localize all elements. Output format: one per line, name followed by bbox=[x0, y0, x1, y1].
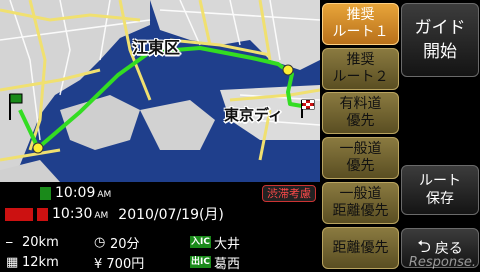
route-option-general-priority[interactable]: 一般道 優先 bbox=[322, 137, 399, 179]
start-icon bbox=[40, 186, 51, 200]
route-option-line: 一般道 bbox=[339, 141, 382, 157]
depart-suffix: AM bbox=[97, 190, 112, 200]
route-option-toll-priority[interactable]: 有料道 優先 bbox=[322, 92, 399, 134]
route-option-line: 距離優先 bbox=[332, 203, 389, 219]
arrive-time: 10:30 bbox=[52, 206, 93, 222]
toll-road-icon: ▦ bbox=[6, 254, 19, 270]
guide-start-label: 開始 bbox=[423, 42, 457, 62]
route-point-icon bbox=[282, 64, 294, 76]
route-save-label: ルート bbox=[419, 173, 461, 189]
distance-toll: 12km bbox=[22, 254, 59, 270]
depart-row: 10:09 AM bbox=[40, 183, 111, 203]
watermark: Response. bbox=[408, 255, 476, 270]
route-option-line: 距離優先 bbox=[332, 239, 389, 256]
map-label-koto: 江東区 bbox=[132, 38, 181, 57]
distance-icon: ⎯ bbox=[6, 234, 13, 250]
route-option-line: 推奨 bbox=[346, 7, 375, 23]
map-canvas[interactable] bbox=[0, 0, 320, 182]
route-point-icon bbox=[32, 142, 44, 154]
route-info-panel: 渋滞考慮 10:09 AM 10:30 AM 2010/07/19(月) ⎯ 2… bbox=[0, 182, 320, 272]
toll-fee: ¥ 700円 bbox=[94, 256, 145, 272]
toll-row: ▦ 12km ¥ 700円 出IC 葛西 bbox=[6, 252, 240, 272]
route-option-line: ルート１ bbox=[332, 24, 389, 40]
route-option-line: 有料道 bbox=[339, 96, 382, 112]
arrive-suffix: AM bbox=[94, 211, 109, 221]
clock-icon: ◷ bbox=[94, 234, 106, 250]
exit-ic: 葛西 bbox=[213, 256, 240, 272]
distance-total: 20km bbox=[22, 234, 59, 250]
guide-start-button[interactable]: ガイド 開始 bbox=[401, 3, 479, 77]
route-option-distance-priority[interactable]: 距離優先 bbox=[322, 227, 399, 269]
arrive-date: 2010/07/19(月) bbox=[118, 207, 224, 223]
depart-time: 10:09 bbox=[55, 185, 96, 201]
route-option-recommended-2[interactable]: 推奨 ルート２ bbox=[322, 48, 399, 90]
guide-start-label: ガイド bbox=[414, 18, 466, 38]
route-option-line: 優先 bbox=[346, 158, 375, 174]
arrive-row: 10:30 AM 2010/07/19(月) bbox=[5, 204, 224, 224]
route-save-button[interactable]: ルート 保存 bbox=[401, 165, 479, 215]
entry-ic-tag: 入IC bbox=[190, 236, 211, 248]
duration: 20分 bbox=[110, 236, 140, 252]
checker-flag-icon bbox=[37, 207, 48, 221]
distance-row: ⎯ 20km ◷ 20分 入IC 大井 bbox=[6, 232, 240, 252]
route-option-line: 推奨 bbox=[346, 52, 375, 68]
route-option-general-distance[interactable]: 一般道 距離優先 bbox=[322, 182, 399, 224]
route-option-line: ルート２ bbox=[332, 69, 389, 85]
route-save-label: 保存 bbox=[426, 191, 454, 207]
route-option-recommended-1[interactable]: 推奨 ルート１ bbox=[322, 3, 399, 45]
route-option-line: 一般道 bbox=[339, 186, 382, 202]
route-option-line: 優先 bbox=[346, 113, 375, 129]
exit-ic-tag: 出IC bbox=[190, 256, 211, 268]
goal-clock-icon bbox=[5, 207, 33, 221]
map-label-tokyo-disney: 東京ディ bbox=[224, 106, 283, 124]
map-view[interactable]: 江東区 東京ディ bbox=[0, 0, 320, 182]
traffic-badge: 渋滞考慮 bbox=[262, 185, 316, 202]
entry-ic: 大井 bbox=[213, 236, 240, 252]
